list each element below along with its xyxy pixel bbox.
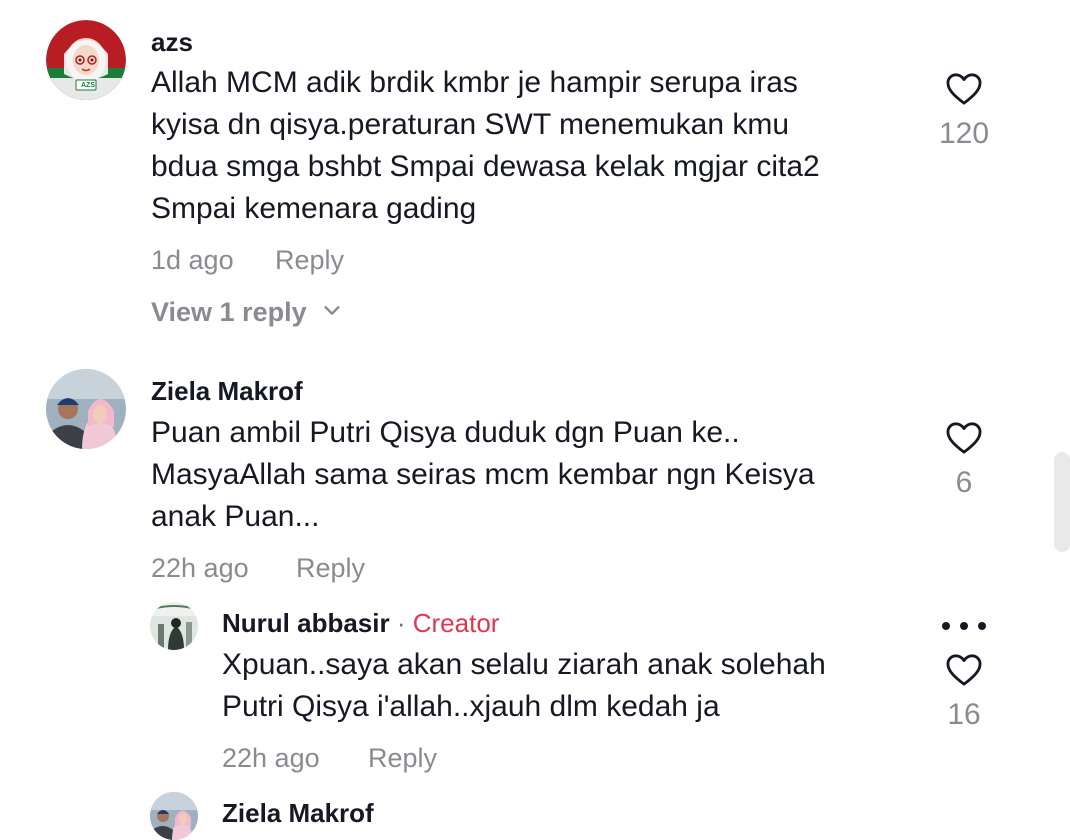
comment-text-line: kyisa dn qisya.peraturan SWT menemukan k… [151,108,790,141]
more-horizontal-icon [960,622,968,630]
comment-text-line: Puan ambil Putri Qisya duduk dgn Puan ke… [151,416,740,449]
avatar[interactable] [150,602,198,650]
comment-text: Puan ambil Putri Qisya duduk dgn Puan ke… [151,412,815,538]
reply-button[interactable]: Reply [296,555,365,582]
comment-timestamp: 22h ago [151,553,249,583]
reply-text-line: Xpuan..saya akan selalu ziarah anak sole… [222,648,826,681]
comment-username[interactable]: Ziela Makrof [151,378,303,404]
chevron-down-icon [321,299,343,326]
view-replies-button[interactable]: View 1 reply [151,299,343,326]
avatar-badge: AZS [81,82,95,89]
heart-outline-icon [945,653,983,692]
more-horizontal-icon [942,622,950,630]
separator-dot: · [396,608,406,638]
like-count: 120 [938,117,990,150]
comment-text-line: Allah MCM adik brdik kmbr je hampir seru… [151,66,798,99]
comment-username[interactable]: azs [151,29,193,55]
like-count: 16 [947,698,981,731]
more-options-button[interactable] [942,618,986,634]
comment-text-line: bdua smga bshbt Smpai dewasa kelak mgjar… [151,150,820,183]
scrollbar-thumb[interactable] [1054,452,1070,552]
comment-text-line: MasyaAllah sama seiras mcm kembar ngn Ke… [151,458,815,491]
reply-username[interactable]: Ziela Makrof [222,800,374,826]
heart-outline-icon [945,72,983,111]
like-button[interactable]: 120 [924,72,1004,149]
reply-text: Xpuan..saya akan selalu ziarah anak sole… [222,644,826,728]
reply-timestamp: 22h ago [222,743,320,773]
comment-text-line: Smpai kemenara gading [151,192,477,225]
reply-username-text[interactable]: Nurul abbasir [222,608,390,638]
reply-username: Nurul abbasir · Creator [222,610,499,636]
comment-timestamp: 1d ago [151,245,234,275]
comment-text: Allah MCM adik brdik kmbr je hampir seru… [151,62,820,230]
like-button[interactable]: 6 [924,421,1004,498]
heart-outline-icon [945,421,983,460]
like-button[interactable]: 16 [924,653,1004,730]
reply-button[interactable]: Reply [368,745,437,772]
avatar[interactable] [46,369,126,449]
more-horizontal-icon [978,622,986,630]
like-count: 6 [955,466,973,499]
view-replies-label: View 1 reply [151,297,307,327]
avatar[interactable] [150,792,198,840]
creator-badge: Creator [412,608,500,638]
comment-text-line: anak Puan... [151,500,320,533]
reply-button[interactable]: Reply [275,247,344,274]
comments-panel: AZS azs Allah MCM adik brdik kmbr je ham… [0,0,1070,840]
reply-text-line: Putri Qisya i'allah..xjauh dlm kedah ja [222,690,720,723]
